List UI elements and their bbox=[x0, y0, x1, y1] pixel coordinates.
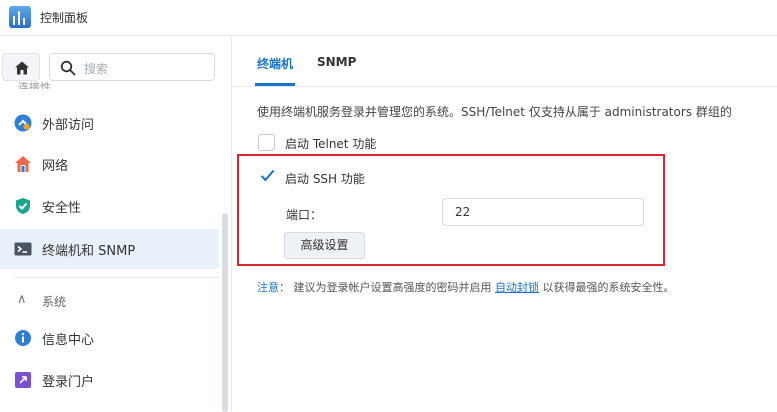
sidebar-item-label: 终端机和 SNMP bbox=[42, 244, 136, 259]
external-access-icon bbox=[14, 114, 32, 132]
sidebar-item-terminal-snmp[interactable]: 终端机和 SNMP bbox=[0, 229, 219, 269]
sidebar-item-label: 网络 bbox=[42, 159, 69, 174]
title-bar: 控制面板 bbox=[0, 0, 777, 36]
sidebar-item-label: 登录门户 bbox=[42, 375, 95, 390]
telnet-checkbox[interactable] bbox=[258, 134, 275, 151]
sidebar-item-network[interactable]: 网络 bbox=[0, 144, 219, 184]
network-icon bbox=[15, 156, 31, 172]
security-note: 注意： 建议为登录帐户设置高强度的密码并启用 自动封锁 以获得最强的系统安全性。 bbox=[257, 279, 675, 295]
sidebar-scrollbar[interactable] bbox=[222, 213, 228, 412]
note-text: 建议为登录帐户设置高强度的密码并启用 bbox=[293, 281, 492, 294]
search-input[interactable]: 搜索 bbox=[49, 53, 215, 81]
checkmark-icon[interactable] bbox=[259, 167, 276, 184]
security-shield-icon bbox=[16, 198, 30, 214]
sidebar-item-label: 连接性 bbox=[18, 81, 51, 89]
telnet-label: 启动 Telnet 功能 bbox=[285, 137, 377, 151]
sidebar-item-info-center[interactable]: 信息中心 bbox=[0, 318, 219, 358]
info-center-icon bbox=[15, 330, 31, 346]
sidebar-item-label: 信息中心 bbox=[42, 333, 95, 348]
auto-block-link[interactable]: 自动封锁 bbox=[495, 281, 539, 294]
sidebar-section-system[interactable]: ∧ 系统 bbox=[0, 285, 219, 315]
sidebar-item-external-access[interactable]: 外部访问 bbox=[0, 103, 219, 143]
sidebar: 搜索 连接性 外部访问 网络 安全性 终端机和 SNMP ∧ 系统 信息中心 登… bbox=[0, 37, 232, 412]
home-icon bbox=[15, 61, 29, 75]
description-text: 使用终端机服务登录并管理您的系统。SSH/Telnet 仅支持从属于 admin… bbox=[257, 105, 732, 119]
ssh-label: 启动 SSH 功能 bbox=[285, 172, 365, 186]
sidebar-item-label: 外部访问 bbox=[42, 118, 95, 133]
terminal-icon bbox=[14, 242, 32, 256]
control-panel-icon bbox=[9, 6, 31, 28]
tab-snmp[interactable]: SNMP bbox=[317, 55, 356, 69]
tab-terminal[interactable]: 终端机 bbox=[257, 55, 293, 72]
window-title: 控制面板 bbox=[40, 11, 89, 25]
active-tab-indicator bbox=[255, 83, 295, 86]
main-panel: 终端机 SNMP 使用终端机服务登录并管理您的系统。SSH/Telnet 仅支持… bbox=[233, 37, 777, 412]
sidebar-section-label: 系统 bbox=[42, 295, 67, 309]
chevron-up-icon: ∧ bbox=[17, 292, 27, 307]
sidebar-item-login-portal[interactable]: 登录门户 bbox=[0, 360, 219, 400]
note-suffix: 以获得最强的系统安全性。 bbox=[542, 281, 675, 294]
sidebar-divider bbox=[14, 277, 219, 278]
search-placeholder: 搜索 bbox=[84, 62, 109, 76]
login-portal-icon bbox=[15, 372, 31, 388]
note-heading: 注意： bbox=[257, 281, 290, 294]
search-icon bbox=[60, 60, 76, 76]
sidebar-item-label: 安全性 bbox=[42, 201, 82, 216]
port-input[interactable]: 22 bbox=[442, 198, 644, 226]
sidebar-item-connectivity-cut[interactable]: 连接性 bbox=[18, 79, 51, 89]
sidebar-item-security[interactable]: 安全性 bbox=[0, 186, 219, 226]
home-button[interactable] bbox=[2, 53, 40, 81]
advanced-settings-button[interactable]: 高级设置 bbox=[284, 232, 365, 259]
port-label: 端口： bbox=[286, 208, 323, 222]
tab-bar: 终端机 SNMP bbox=[233, 37, 777, 87]
